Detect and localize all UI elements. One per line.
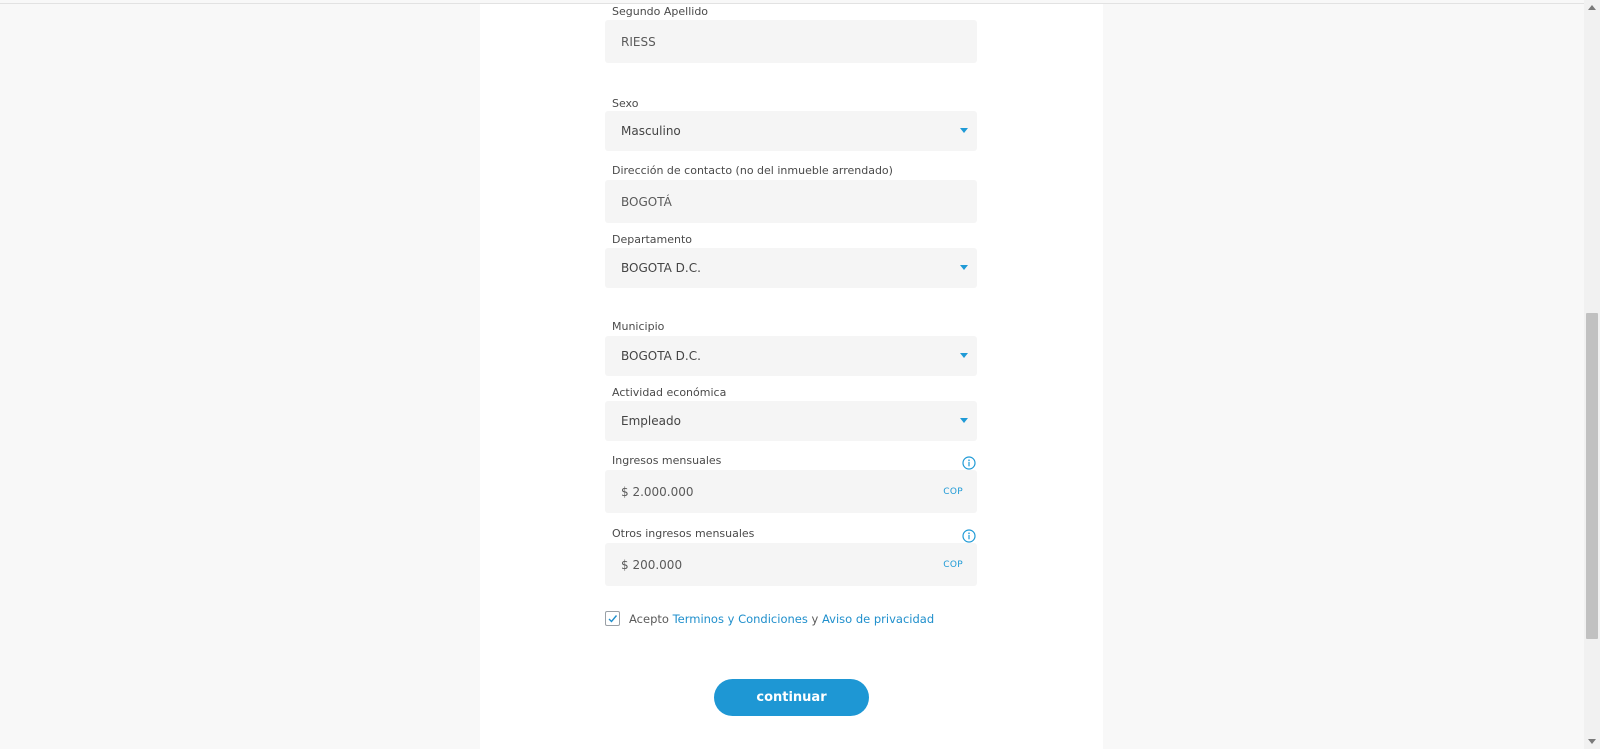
otros-ingresos-field[interactable]: $ 200.000 COP <box>605 543 977 586</box>
info-icon[interactable] <box>962 456 976 470</box>
scrollbar[interactable] <box>1584 0 1600 749</box>
scroll-up-icon[interactable] <box>1588 5 1596 10</box>
departamento-label: Departamento <box>612 233 693 246</box>
sexo-label: Sexo <box>612 97 639 110</box>
otros-ingresos-value: $ 200.000 <box>621 558 683 572</box>
sexo-select[interactable]: Masculino <box>605 111 977 151</box>
direccion-field[interactable]: BOGOTÁ <box>605 180 977 223</box>
actividad-value: Empleado <box>621 414 681 428</box>
caret-down-icon <box>960 128 968 133</box>
departamento-value: BOGOTA D.C. <box>621 261 701 275</box>
otros-ingresos-currency: COP <box>943 560 963 570</box>
ingresos-value: $ 2.000.000 <box>621 485 694 499</box>
municipio-value: BOGOTA D.C. <box>621 349 701 363</box>
direccion-label: Dirección de contacto (no del inmueble a… <box>612 164 893 177</box>
direccion-value: BOGOTÁ <box>621 195 672 209</box>
terms-checkbox[interactable] <box>605 611 620 626</box>
actividad-label: Actividad económica <box>612 386 727 399</box>
privacy-link[interactable]: Aviso de privacidad <box>822 612 934 626</box>
caret-down-icon <box>960 265 968 270</box>
scroll-down-icon[interactable] <box>1588 739 1596 744</box>
terms-text: Acepto Terminos y Condiciones y Aviso de… <box>629 612 934 626</box>
departamento-select[interactable]: BOGOTA D.C. <box>605 248 977 288</box>
otros-ingresos-label: Otros ingresos mensuales <box>612 527 755 540</box>
terms-conjunction: y <box>811 612 819 626</box>
info-icon[interactable] <box>962 529 976 543</box>
terms-link[interactable]: Terminos y Condiciones <box>673 612 808 626</box>
sexo-value: Masculino <box>621 124 681 138</box>
ingresos-currency: COP <box>943 487 963 497</box>
actividad-select[interactable]: Empleado <box>605 401 977 441</box>
ingresos-label: Ingresos mensuales <box>612 454 722 467</box>
municipio-select[interactable]: BOGOTA D.C. <box>605 336 977 376</box>
check-icon <box>608 615 618 623</box>
segundo-apellido-field[interactable]: RIESS <box>605 20 977 63</box>
scroll-thumb[interactable] <box>1586 313 1598 639</box>
caret-down-icon <box>960 418 968 423</box>
terms-prefix: Acepto <box>629 612 669 626</box>
segundo-apellido-label: Segundo Apellido <box>612 5 709 18</box>
segundo-apellido-value: RIESS <box>621 35 656 49</box>
municipio-label: Municipio <box>612 320 665 333</box>
ingresos-field[interactable]: $ 2.000.000 COP <box>605 470 977 513</box>
continue-button[interactable]: continuar <box>714 679 869 716</box>
caret-down-icon <box>960 353 968 358</box>
